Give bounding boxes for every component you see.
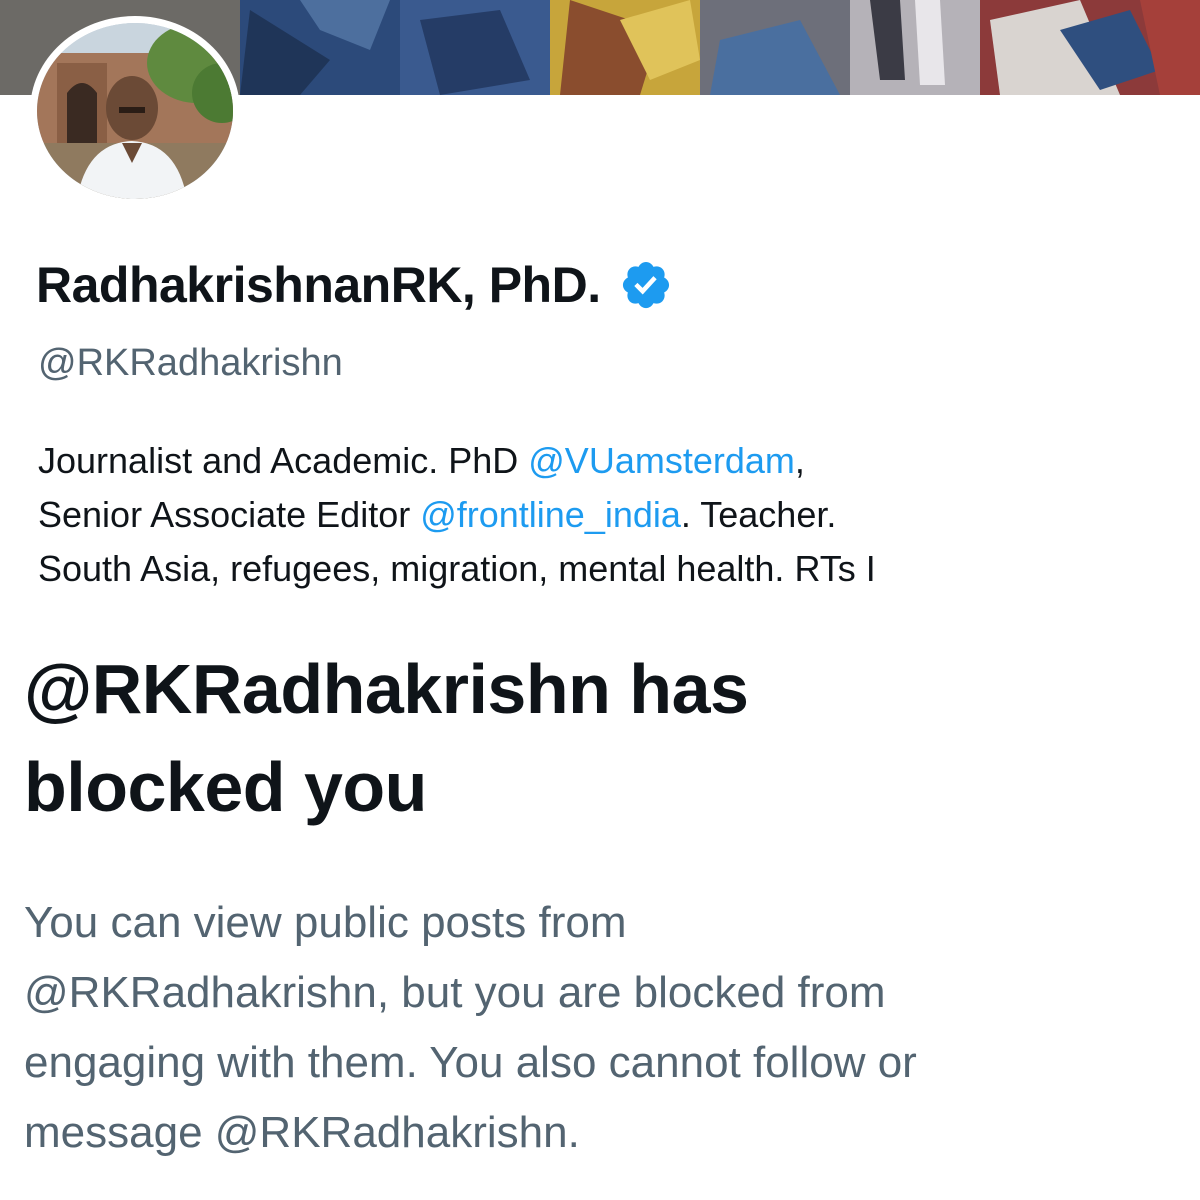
verified-badge-icon[interactable] (619, 258, 673, 312)
bio-text: Senior Associate Editor (38, 494, 421, 535)
bio-line: Journalist and Academic. PhD @VUamsterda… (38, 434, 1178, 488)
blocked-desc-line: @RKRadhakrishn, but you are blocked from (24, 968, 886, 1017)
bio-text: Journalist and Academic. PhD (38, 440, 529, 481)
blocked-desc-line: You can view public posts from (24, 898, 627, 947)
blocked-desc-line: message @RKRadhakrishn. (24, 1108, 580, 1157)
bio-text: , (794, 440, 805, 481)
profile-page: RadhakrishnanRK, PhD. @RKRadhakrishn Jou… (0, 0, 1200, 1200)
profile-handle: @RKRadhakrishn (38, 342, 343, 384)
blocked-desc-line: engaging with them. You also cannot foll… (24, 1038, 917, 1087)
profile-avatar[interactable] (30, 16, 240, 206)
blocked-notice-description: You can view public posts from @RKRadhak… (24, 888, 1184, 1168)
blocked-title-line: blocked you (24, 748, 427, 826)
bio-mention-link[interactable]: @frontline_india (420, 494, 681, 535)
bio-line: South Asia, refugees, migration, mental … (38, 548, 876, 589)
display-name: RadhakrishnanRK, PhD. (36, 257, 601, 313)
bio-text: . Teacher. (680, 494, 837, 535)
avatar-photo (37, 23, 233, 199)
blocked-title-line: @RKRadhakrishn has (24, 650, 749, 728)
bio-line: Senior Associate Editor @frontline_india… (38, 488, 1178, 542)
blocked-notice-title: @RKRadhakrishn has blocked you (24, 640, 1174, 836)
bio-mention-link[interactable]: @VUamsterdam (528, 440, 795, 481)
display-name-row: RadhakrishnanRK, PhD. (36, 256, 673, 314)
profile-bio: Journalist and Academic. PhD @VUamsterda… (38, 434, 1178, 600)
